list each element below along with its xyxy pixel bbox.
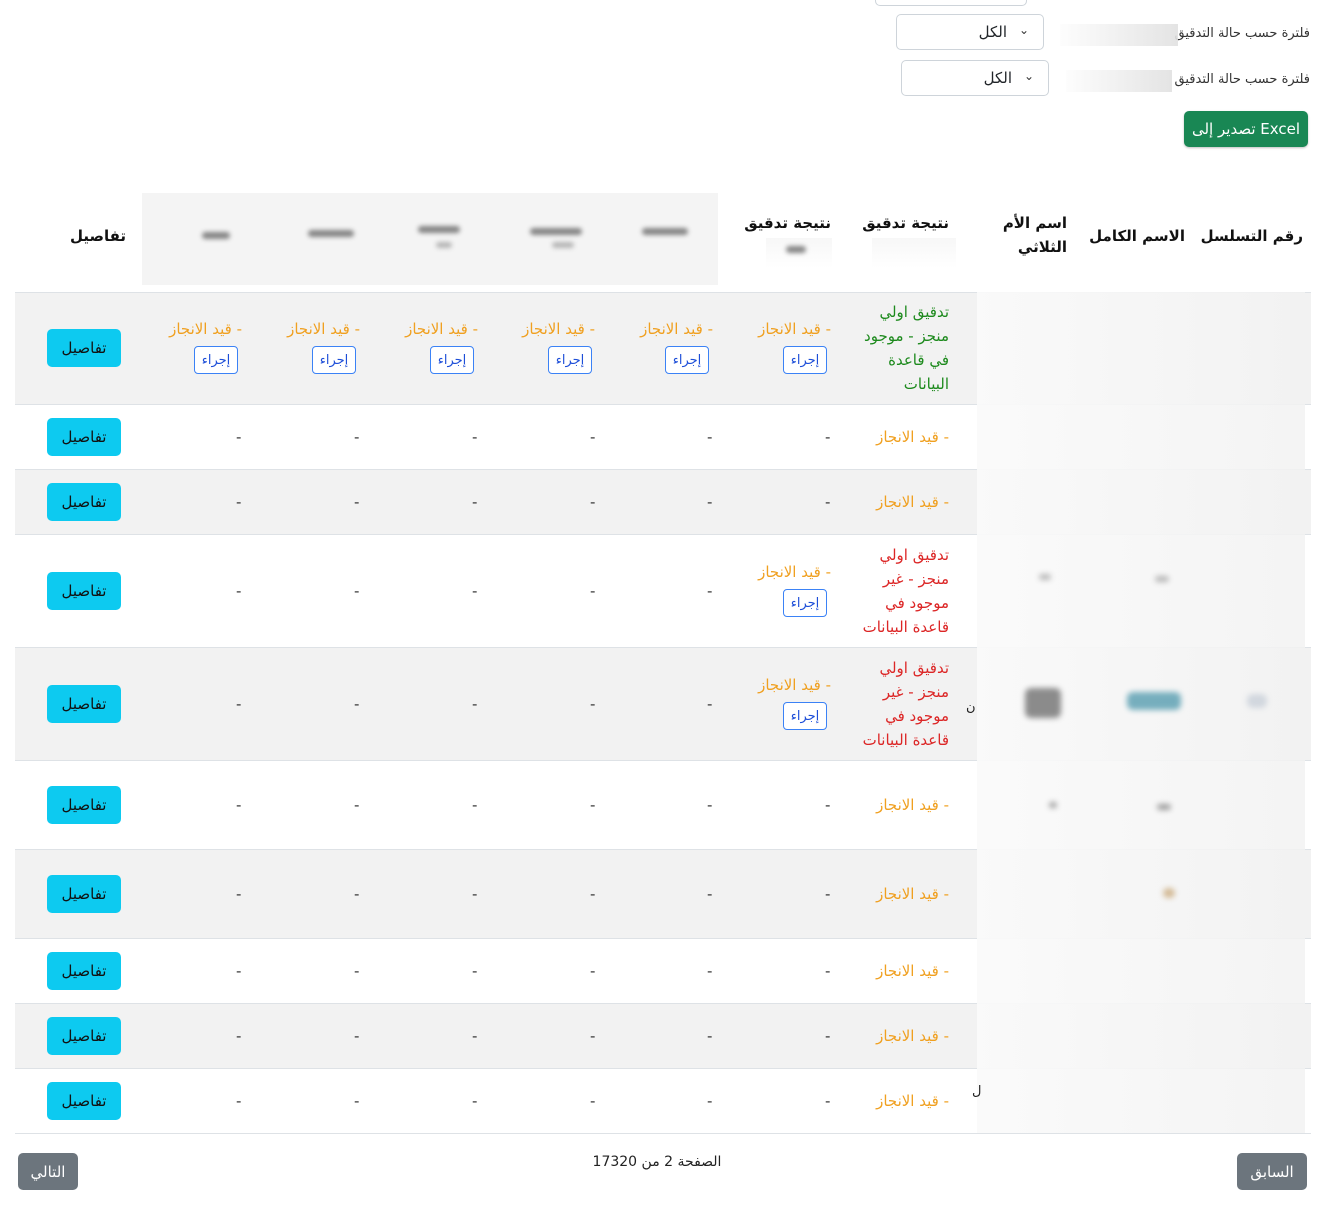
status-in-progress: قيد الانجاز -	[876, 1027, 949, 1045]
status-in-progress: قيد الانجاز -	[876, 493, 949, 511]
status-in-progress: قيد الانجاز -	[287, 320, 360, 338]
page-indicator: الصفحة 2 من 17320	[592, 1154, 722, 1170]
chevron-down-icon: ⌄	[1023, 69, 1034, 83]
status-in-progress: قيد الانجاز -	[169, 320, 242, 338]
header-mother-name: اسم الأم	[1002, 214, 1067, 232]
filter-select-value: الكل	[978, 23, 1007, 41]
details-button[interactable]: تفاصيل	[47, 572, 121, 610]
redacted-header-sub	[766, 238, 832, 268]
status-in-progress: قيد الانجاز -	[876, 885, 949, 903]
header-verification-result-2: نتيجة تدقيق	[744, 214, 831, 232]
redacted-header-sub	[872, 238, 956, 268]
previous-filter-control[interactable]	[875, 0, 1027, 6]
filter-select[interactable]: الكل ⌄	[901, 60, 1049, 96]
redacted-header-columns	[142, 193, 718, 285]
chevron-down-icon: ⌄	[1018, 23, 1029, 37]
header-mother-name-line2: الثلاثي	[1017, 238, 1067, 256]
action-button[interactable]: إجراء	[194, 346, 238, 374]
next-page-button[interactable]: التالي	[18, 1153, 78, 1190]
truncated-text: ن	[966, 700, 976, 715]
status-in-progress: قيد الانجاز -	[876, 1092, 949, 1110]
truncated-text: ل	[972, 1084, 982, 1099]
filter-label: فلترة حسب حالة التدقيق	[1174, 72, 1310, 87]
filter-select[interactable]: الكل ⌄	[896, 14, 1044, 50]
action-button[interactable]: إجراء	[783, 589, 827, 617]
filter-label: فلترة حسب حالة التدقيق	[1174, 26, 1310, 41]
details-button[interactable]: تفاصيل	[47, 1017, 121, 1055]
status-in-progress: قيد الانجاز -	[758, 320, 831, 338]
export-excel-button[interactable]: تصدير إلى Excel	[1184, 111, 1308, 147]
details-button[interactable]: تفاصيل	[47, 329, 121, 367]
status-in-progress: قيد الانجاز -	[758, 563, 831, 581]
details-button[interactable]: تفاصيل	[47, 1082, 121, 1120]
status-in-progress: قيد الانجاز -	[640, 320, 713, 338]
filter-select-value: الكل	[983, 69, 1012, 87]
details-button[interactable]: تفاصيل	[47, 685, 121, 723]
details-button[interactable]: تفاصيل	[47, 786, 121, 824]
header-serial: رقم التسلسل	[1200, 227, 1303, 245]
header-full-name: الاسم الكامل	[1089, 227, 1185, 245]
redacted-filter-note	[1060, 24, 1178, 46]
details-button[interactable]: تفاصيل	[47, 483, 121, 521]
status-not-found: تدقيق اولي منجز - غير موجود في قاعدة البيان…	[862, 546, 949, 636]
status-in-progress: قيد الانجاز -	[405, 320, 478, 338]
action-button[interactable]: إجراء	[312, 346, 356, 374]
action-button[interactable]: إجراء	[430, 346, 474, 374]
status-in-progress: قيد الانجاز -	[876, 428, 949, 446]
header-details: تفاصيل	[70, 227, 127, 245]
action-button[interactable]: إجراء	[783, 346, 827, 374]
details-button[interactable]: تفاصيل	[47, 952, 121, 990]
previous-page-button[interactable]: السابق	[1237, 1153, 1307, 1190]
status-in-progress: قيد الانجاز -	[876, 796, 949, 814]
details-button[interactable]: تفاصيل	[47, 875, 121, 913]
redacted-filter-note	[1066, 70, 1172, 92]
action-button[interactable]: إجراء	[665, 346, 709, 374]
status-in-progress: قيد الانجاز -	[876, 962, 949, 980]
status-in-progress: قيد الانجاز -	[522, 320, 595, 338]
action-button[interactable]: إجراء	[548, 346, 592, 374]
action-button[interactable]: إجراء	[783, 702, 827, 730]
status-found: تدقيق اولي منجز - موجود في قاعدة البيانات	[864, 303, 949, 393]
details-button[interactable]: تفاصيل	[47, 418, 121, 456]
redacted-personal-data	[977, 292, 1305, 1133]
status-not-found: تدقيق اولي منجز - غير موجود في قاعدة البيان…	[862, 659, 949, 749]
status-in-progress: قيد الانجاز -	[758, 676, 831, 694]
header-verification-result: نتيجة تدقيق	[862, 214, 949, 232]
